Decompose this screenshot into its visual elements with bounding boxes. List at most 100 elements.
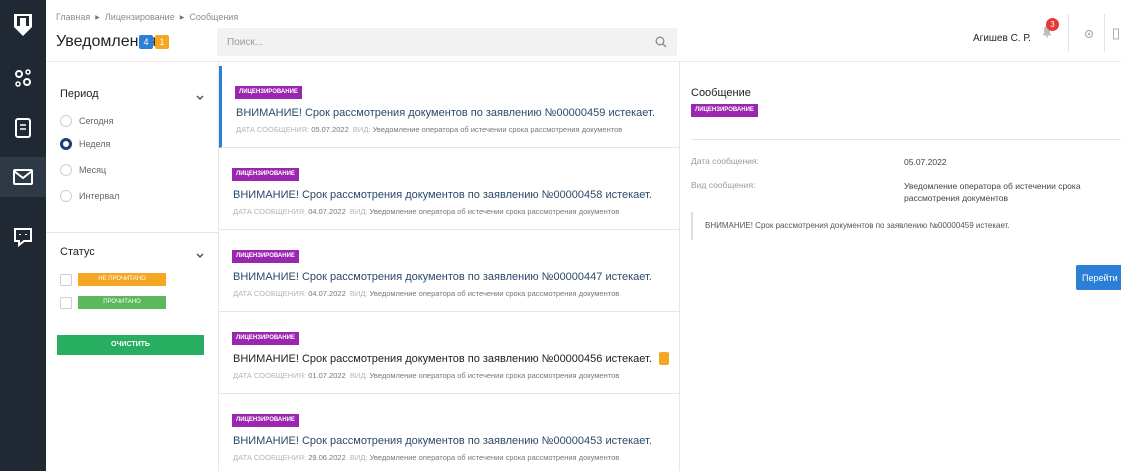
message-meta: ДАТА СООБЩЕНИЯ: 01.07.2022 ВИД: Уведомле… — [233, 371, 619, 380]
exit-icon[interactable] — [1113, 27, 1119, 45]
detail-category-tag: ЛИЦЕНЗИРОВАНИЕ — [691, 104, 758, 117]
status-option-read[interactable]: ПРОЧИТАНО — [60, 296, 166, 309]
message-date: 04.07.2022 — [308, 207, 346, 216]
period-option-label: Неделя — [79, 139, 111, 149]
search-box — [217, 28, 677, 56]
period-option-label: Сегодня — [79, 116, 114, 126]
unread-marker — [659, 352, 669, 365]
period-option-today[interactable]: Сегодня — [60, 115, 114, 127]
list-item[interactable]: ЛИЦЕНЗИРОВАНИЕ ВНИМАНИЕ! Срок рассмотрен… — [219, 148, 679, 230]
message-title[interactable]: ВНИМАНИЕ! Срок рассмотрения документов п… — [233, 189, 652, 201]
date-key: ДАТА СООБЩЕНИЯ: — [233, 371, 307, 380]
type-key: ВИД: — [349, 207, 368, 216]
message-date: 04.07.2022 — [308, 289, 346, 298]
go-to-button[interactable]: Перейти — [1076, 265, 1121, 290]
breadcrumb: Главная ▶ Лицензирование ▶ Сообщения — [56, 12, 238, 22]
message-title[interactable]: ВНИМАНИЕ! Срок рассмотрения документов п… — [233, 353, 652, 365]
detail-date-value: 05.07.2022 — [904, 157, 947, 167]
section-divider — [46, 232, 219, 233]
radio-button[interactable] — [60, 115, 72, 127]
date-key: ДАТА СООБЩЕНИЯ: — [233, 207, 307, 216]
gear-icon[interactable] — [1083, 27, 1095, 45]
message-meta: ДАТА СООБЩЕНИЯ: 04.07.2022 ВИД: Уведомле… — [233, 289, 619, 298]
message-meta: ДАТА СООБЩЕНИЯ: 05.07.2022 ВИД: Уведомле… — [236, 125, 622, 134]
date-key: ДАТА СООБЩЕНИЯ: — [236, 125, 310, 134]
period-title: Период — [60, 88, 99, 100]
message-detail-panel: Сообщение ЛИЦЕНЗИРОВАНИЕ Дата сообщения:… — [680, 62, 1121, 471]
period-option-month[interactable]: Месяц — [60, 164, 106, 176]
list-item[interactable]: ЛИЦЕНЗИРОВАНИЕ ВНИМАНИЕ! Срок рассмотрен… — [219, 230, 679, 312]
breadcrumb-item-messages: Сообщения — [189, 12, 239, 22]
type-key: ВИД: — [349, 453, 368, 462]
period-option-week[interactable]: Неделя — [60, 138, 110, 150]
category-tag: ЛИЦЕНЗИРОВАНИЕ — [235, 86, 302, 99]
checkbox[interactable] — [60, 296, 72, 309]
search-input[interactable] — [227, 34, 627, 50]
message-date: 29.06.2022 — [308, 453, 346, 462]
detail-date-label: Дата сообщения: — [691, 156, 759, 166]
notification-count-badge: 3 — [1046, 18, 1059, 31]
type-key: ВИД: — [349, 371, 368, 380]
clear-filters-button[interactable]: ОЧИСТИТЬ — [57, 335, 204, 355]
filter-panel: Период Сегодня Неделя Месяц Интервал Ста… — [46, 62, 219, 471]
left-rail — [0, 0, 46, 471]
message-title[interactable]: ВНИМАНИЕ! Срок рассмотрения документов п… — [233, 435, 652, 447]
category-tag: ЛИЦЕНЗИРОВАНИЕ — [232, 332, 299, 345]
top-header: Главная ▶ Лицензирование ▶ Сообщения Уве… — [46, 0, 1121, 62]
breadcrumb-separator-icon: ▶ — [95, 14, 100, 21]
settings-icon[interactable] — [0, 58, 46, 98]
radio-button[interactable] — [60, 190, 72, 202]
breadcrumb-separator-icon: ▶ — [179, 14, 185, 21]
list-item[interactable]: ЛИЦЕНЗИРОВАНИЕ ВНИМАНИЕ! Срок рассмотрен… — [219, 394, 679, 471]
message-list: ЛИЦЕНЗИРОВАНИЕ ВНИМАНИЕ! Срок рассмотрен… — [219, 62, 680, 471]
period-option-label: Интервал — [79, 191, 120, 201]
status-title: Статус — [60, 246, 95, 258]
breadcrumb-item-home[interactable]: Главная — [56, 12, 90, 22]
chevron-down-icon[interactable] — [196, 246, 204, 264]
message-date: 01.07.2022 — [308, 371, 346, 380]
user-name[interactable]: Агишев С. Р. — [973, 33, 1031, 44]
detail-divider — [691, 139, 1121, 140]
type-key: ВИД: — [352, 125, 371, 134]
search-icon[interactable] — [655, 35, 667, 53]
count-badge-blue: 4 — [139, 35, 153, 49]
message-meta: ДАТА СООБЩЕНИЯ: 04.07.2022 ВИД: Уведомле… — [233, 207, 619, 216]
chat-icon[interactable] — [0, 217, 46, 257]
chevron-down-icon[interactable] — [196, 88, 204, 106]
mail-icon[interactable] — [0, 157, 46, 197]
message-title[interactable]: ВНИМАНИЕ! Срок рассмотрения документов п… — [236, 107, 655, 119]
logo-shield-icon[interactable] — [0, 0, 46, 50]
status-chip-unread: НЕ ПРОЧИТАНО — [78, 273, 166, 286]
count-badge-orange: 1 — [155, 35, 169, 49]
message-type: Уведомление оператора об истечении срока… — [369, 207, 620, 216]
list-item[interactable]: ЛИЦЕНЗИРОВАНИЕ ВНИМАНИЕ! Срок рассмотрен… — [219, 312, 679, 394]
message-title[interactable]: ВНИМАНИЕ! Срок рассмотрения документов п… — [233, 271, 652, 283]
category-tag: ЛИЦЕНЗИРОВАНИЕ — [232, 168, 299, 181]
document-icon[interactable] — [0, 108, 46, 148]
message-type: Уведомление оператора об истечении срока… — [372, 125, 623, 134]
detail-title: Сообщение — [691, 87, 751, 99]
date-key: ДАТА СООБЩЕНИЯ: — [233, 289, 307, 298]
message-type: Уведомление оператора об истечении срока… — [369, 453, 620, 462]
period-option-label: Месяц — [79, 165, 107, 175]
radio-button[interactable] — [60, 164, 72, 176]
message-type: Уведомление оператора об истечении срока… — [369, 371, 620, 380]
category-tag: ЛИЦЕНЗИРОВАНИЕ — [232, 414, 299, 427]
status-chip-read: ПРОЧИТАНО — [78, 296, 166, 309]
radio-button-selected[interactable] — [60, 138, 72, 150]
type-key: ВИД: — [349, 289, 368, 298]
status-option-unread[interactable]: НЕ ПРОЧИТАНО — [60, 273, 166, 286]
header-divider — [1104, 14, 1105, 52]
breadcrumb-item-licensing[interactable]: Лицензирование — [105, 12, 175, 22]
list-item[interactable]: ЛИЦЕНЗИРОВАНИЕ ВНИМАНИЕ! Срок рассмотрен… — [219, 66, 679, 148]
message-date: 05.07.2022 — [311, 125, 349, 134]
category-tag: ЛИЦЕНЗИРОВАНИЕ — [232, 250, 299, 263]
header-divider — [1068, 14, 1069, 52]
detail-type-label: Вид сообщения: — [691, 180, 756, 190]
date-key: ДАТА СООБЩЕНИЯ: — [233, 453, 307, 462]
message-type: Уведомление оператора об истечении срока… — [369, 289, 620, 298]
detail-type-value: Уведомление оператора об истечении срока… — [904, 181, 1081, 203]
detail-body: ВНИМАНИЕ! Срок рассмотрения документов п… — [691, 212, 1121, 240]
period-option-interval[interactable]: Интервал — [60, 190, 119, 202]
checkbox[interactable] — [60, 273, 72, 286]
